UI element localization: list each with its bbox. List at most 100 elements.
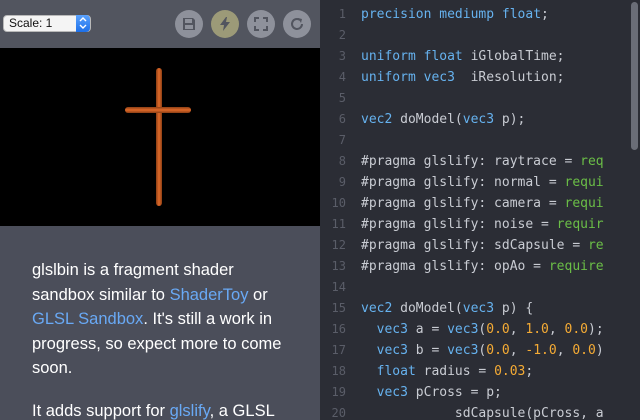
code-token: float: [501, 7, 542, 22]
code-line[interactable]: 16 vec3 a = vec3(0.0, 1.0, 0.0);: [320, 319, 640, 340]
line-number: 16: [331, 322, 346, 336]
code-token: 0.0: [486, 322, 510, 337]
code-text: #pragma glslify: camera = requi: [361, 193, 604, 214]
code-token: vec3: [447, 343, 479, 358]
code-token: 0.0: [572, 343, 596, 358]
code-token: ,: [509, 322, 526, 337]
preview-panel: Scale: 1 glslbin is a fragment shader sa…: [0, 0, 320, 420]
code-token: 0.0: [564, 322, 589, 337]
line-number: 19: [331, 385, 346, 399]
line-number: 2: [338, 28, 346, 42]
code-token: ,: [548, 322, 565, 337]
code-line[interactable]: 13 #pragma glslify: opAo = require: [320, 256, 640, 277]
line-number: 18: [331, 364, 346, 378]
line-number: 7: [338, 133, 346, 147]
code-token: vec3: [376, 322, 408, 337]
code-line[interactable]: 3 uniform float iGlobalTime;: [320, 46, 640, 67]
scale-select[interactable]: Scale: 1: [3, 15, 91, 32]
code-token: #pragma glslify: opAo =: [361, 259, 549, 274]
code-token: #pragma glslify: camera =: [361, 196, 565, 211]
code-line[interactable]: 20 sdCapsule(pCross, a: [320, 403, 640, 420]
code-line[interactable]: 18 float radius = 0.03;: [320, 361, 640, 382]
line-number: 12: [331, 238, 346, 252]
code-token: ,: [556, 343, 573, 358]
code-text: #pragma glslify: normal = requi: [361, 172, 604, 193]
code-line[interactable]: 2: [320, 25, 640, 46]
code-text: vec3 b = vec3(0.0, -1.0, 0.0): [361, 340, 604, 361]
code-line[interactable]: 19 vec3 pCross = p;: [320, 382, 640, 403]
code-line[interactable]: 17 vec3 b = vec3(0.0, -1.0, 0.0): [320, 340, 640, 361]
line-number: 9: [338, 175, 346, 189]
code-token: p);: [494, 112, 526, 127]
intro-link[interactable]: GLSL Sandbox: [32, 310, 143, 328]
code-text: uniform vec3 iResolution;: [361, 67, 565, 88]
save-icon: [183, 18, 195, 30]
line-number: 15: [331, 301, 346, 315]
code-token: uniform: [361, 70, 416, 85]
code-token: vec2: [361, 112, 393, 127]
fullscreen-icon: [254, 17, 268, 31]
intro-paragraph-2: It adds support for glslify, a GLSL: [32, 399, 294, 420]
code-token: vec3: [447, 322, 479, 337]
code-text: #pragma glslify: sdCapsule = re: [361, 235, 604, 256]
code-text: float radius = 0.03;: [361, 361, 534, 382]
code-token: vec3: [376, 385, 408, 400]
intro-text-segment: It adds support for: [32, 401, 170, 420]
line-number: 8: [338, 154, 346, 168]
cross-render: [125, 68, 191, 206]
lightning-icon: [220, 17, 230, 31]
intro-text-segment: , a GLSL: [209, 401, 275, 420]
code-line[interactable]: 1 precision mediump float;: [320, 4, 640, 25]
code-token: float: [423, 49, 463, 64]
save-button[interactable]: [175, 10, 203, 38]
code-line[interactable]: 8 #pragma glslify: raytrace = req: [320, 151, 640, 172]
code-token: iResolution;: [454, 70, 565, 85]
code-token: ;: [525, 364, 534, 379]
code-token: radius =: [415, 364, 495, 379]
code-line[interactable]: 6 vec2 doModel(vec3 p);: [320, 109, 640, 130]
code-text: vec3 pCross = p;: [361, 382, 502, 403]
refresh-button[interactable]: [283, 10, 311, 38]
line-number: 6: [338, 112, 346, 126]
code-token: 1.0: [525, 322, 549, 337]
code-editor[interactable]: 1 precision mediump float; 2 3 uniform float…: [320, 0, 640, 420]
run-button[interactable]: [211, 10, 239, 38]
code-line[interactable]: 4 uniform vec3 iResolution;: [320, 67, 640, 88]
code-line[interactable]: 9 #pragma glslify: normal = requi: [320, 172, 640, 193]
code-line[interactable]: 12 #pragma glslify: sdCapsule = re: [320, 235, 640, 256]
code-text: vec2 doModel(vec3 p) {: [361, 298, 533, 319]
code-text: uniform float iGlobalTime;: [361, 46, 565, 67]
code-token: ;: [541, 7, 549, 22]
line-number: 5: [338, 91, 346, 105]
code-line[interactable]: 7: [320, 130, 640, 151]
code-token: doModel(: [392, 112, 463, 127]
code-token: vec2: [361, 301, 393, 316]
fullscreen-button[interactable]: [247, 10, 275, 38]
intro-link[interactable]: glslify: [170, 402, 210, 420]
code-token: #pragma glslify: raytrace =: [361, 154, 581, 169]
code-token: #pragma glslify: noise =: [361, 217, 557, 232]
code-token: -1.0: [525, 343, 557, 358]
code-token: ,: [509, 343, 526, 358]
code-line[interactable]: 10 #pragma glslify: camera = requi: [320, 193, 640, 214]
line-number: 4: [338, 70, 346, 84]
code-line[interactable]: 15 vec2 doModel(vec3 p) {: [320, 298, 640, 319]
editor-scrollbar[interactable]: [631, 2, 638, 150]
code-line[interactable]: 11 #pragma glslify: noise = requir: [320, 214, 640, 235]
line-number: 20: [331, 406, 346, 420]
line-number: 3: [338, 49, 346, 63]
code-line[interactable]: 5: [320, 88, 640, 109]
shader-canvas[interactable]: [0, 48, 320, 226]
code-token: precision: [361, 7, 432, 22]
code-text: vec3 a = vec3(0.0, 1.0, 0.0);: [361, 319, 604, 340]
code-token: 0.0: [486, 343, 510, 358]
code-token: re: [587, 238, 604, 253]
code-line[interactable]: 14: [320, 277, 640, 298]
code-token: doModel(: [392, 301, 463, 316]
code-token: p) {: [494, 301, 534, 316]
intro-link[interactable]: ShaderToy: [170, 286, 249, 304]
